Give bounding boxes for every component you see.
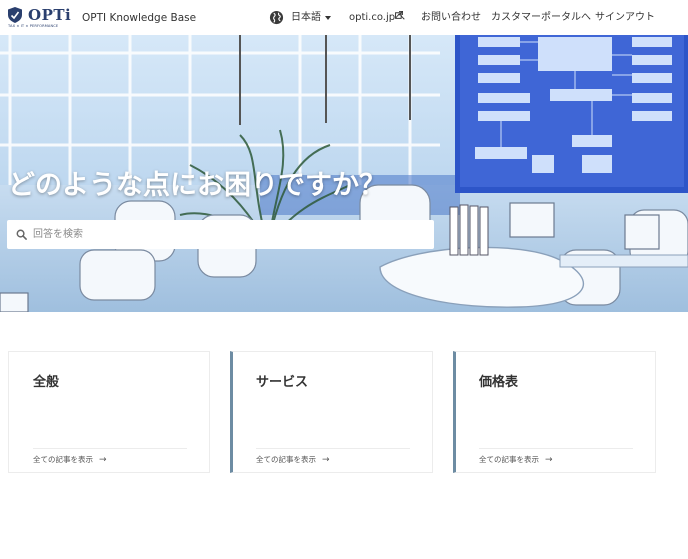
hero-banner: どのような点にお困りですか？: [0, 35, 688, 312]
arrow-right-icon: →: [322, 455, 330, 465]
link-label: 全ての記事を表示: [33, 455, 93, 464]
search-icon: [16, 229, 27, 240]
card-divider: [256, 448, 410, 449]
category-card-pricing[interactable]: 価格表 全ての記事を表示 →: [453, 351, 656, 473]
view-all-articles-link[interactable]: 全ての記事を表示 →: [479, 454, 553, 466]
globe-icon[interactable]: [269, 10, 284, 25]
customer-portal-link[interactable]: カスタマーポータルへ: [491, 11, 591, 25]
arrow-right-icon: →: [545, 455, 553, 465]
caret-down-icon[interactable]: [325, 16, 331, 20]
logo-tagline: TAX × IT × PERFORMANCE: [8, 24, 59, 28]
view-all-articles-link[interactable]: 全ての記事を表示 →: [256, 454, 330, 466]
search-input[interactable]: [33, 220, 428, 249]
category-title: 全般: [33, 375, 60, 390]
category-card-services[interactable]: サービス 全ての記事を表示 →: [230, 351, 433, 473]
hero-title: どのような点にお困りですか？: [8, 170, 386, 201]
external-link-icon[interactable]: [395, 11, 403, 19]
category-title: 価格表: [479, 375, 519, 390]
site-header: OPTi TAX × IT × PERFORMANCE OPTI Knowled…: [0, 0, 688, 35]
card-divider: [33, 448, 187, 449]
view-all-articles-link[interactable]: 全ての記事を表示 →: [33, 454, 107, 466]
shield-logo-icon: [8, 7, 22, 23]
link-label: 全ての記事を表示: [479, 455, 539, 464]
site-title[interactable]: OPTI Knowledge Base: [82, 11, 196, 25]
contact-link[interactable]: お問い合わせ: [421, 11, 481, 25]
logo-wordmark: OPTi: [28, 6, 72, 24]
category-title: サービス: [256, 375, 309, 390]
card-divider: [479, 448, 633, 449]
arrow-right-icon: →: [99, 455, 107, 465]
language-selector[interactable]: 日本語: [291, 11, 321, 25]
sign-out-link[interactable]: サインアウト: [595, 11, 655, 25]
category-card-general[interactable]: 全般 全ての記事を表示 →: [8, 351, 210, 473]
site-logo[interactable]: OPTi TAX × IT × PERFORMANCE: [8, 6, 72, 32]
search-box[interactable]: [7, 220, 434, 249]
link-label: 全ての記事を表示: [256, 455, 316, 464]
